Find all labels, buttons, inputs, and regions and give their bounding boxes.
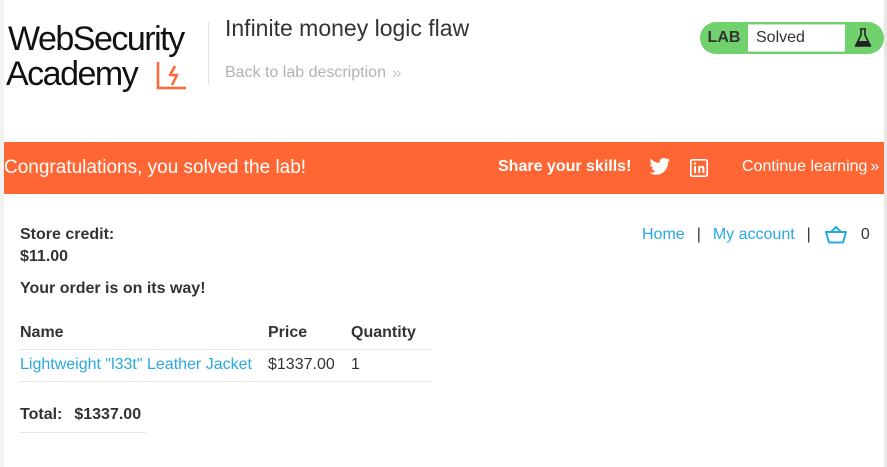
continue-learning-label: Continue learning <box>742 158 868 175</box>
order-table: Name Price Quantity Lightweight "l33t" L… <box>20 318 432 382</box>
store-credit-label: Store credit: <box>20 226 115 243</box>
twitter-icon[interactable] <box>649 157 671 177</box>
product-quantity-cell: 1 <box>351 349 432 382</box>
cart-count: 0 <box>860 226 870 243</box>
double-chevron-right-icon: » <box>391 63 402 82</box>
continue-learning-link[interactable]: Continue learning» <box>742 158 879 176</box>
back-to-lab-description-link[interactable]: Back to lab description » <box>225 63 402 83</box>
linkedin-icon[interactable] <box>690 159 708 177</box>
lab-status-label: LAB <box>707 29 741 46</box>
congratulations-message: Congratulations, you solved the lab! <box>4 157 307 178</box>
nav-separator: | <box>696 226 701 243</box>
total-label: Total: <box>20 406 63 423</box>
top-navigation: Home | My account | 0 <box>642 226 870 244</box>
back-link-label: Back to lab description <box>225 64 386 81</box>
logo-text-line2: Academy <box>6 55 139 93</box>
web-security-academy-logo[interactable]: WebSecurity Academy <box>6 20 206 94</box>
double-chevron-right-icon: » <box>870 158 879 175</box>
store-credit-value: $11.00 <box>20 248 69 265</box>
window-edge-left <box>0 0 4 467</box>
table-header-row: Name Price Quantity <box>20 318 432 350</box>
academy-logo-mark-icon <box>156 62 186 90</box>
product-link[interactable]: Lightweight "l33t" Leather Jacket <box>20 356 252 373</box>
my-account-link[interactable]: My account <box>713 226 795 244</box>
order-total: Total: $1337.00 <box>20 406 146 433</box>
lab-title: Infinite money logic flaw <box>225 15 470 41</box>
flask-icon <box>845 22 881 54</box>
lab-status-badge: LAB Solved <box>700 22 884 54</box>
logo-text-line1: WebSecurity <box>8 20 185 58</box>
total-value: $1337.00 <box>74 406 142 423</box>
share-skills-label: Share your skills! <box>498 158 632 175</box>
lab-status-state: Solved <box>748 24 845 52</box>
nav-separator: | <box>806 226 811 243</box>
cart-icon[interactable] <box>824 226 847 244</box>
home-link[interactable]: Home <box>642 226 685 244</box>
product-name-cell: Lightweight "l33t" Leather Jacket <box>20 349 268 382</box>
column-header-name: Name <box>20 324 64 341</box>
product-price-cell: $1337.00 <box>268 349 351 382</box>
order-status-message: Your order is on its way! <box>20 280 206 297</box>
column-header-quantity: Quantity <box>351 324 416 341</box>
solved-banner: Congratulations, you solved the lab! Sha… <box>4 142 884 194</box>
table-row: Lightweight "l33t" Leather Jacket $1337.… <box>20 349 432 382</box>
column-header-price: Price <box>268 324 308 341</box>
header-divider <box>208 22 209 84</box>
